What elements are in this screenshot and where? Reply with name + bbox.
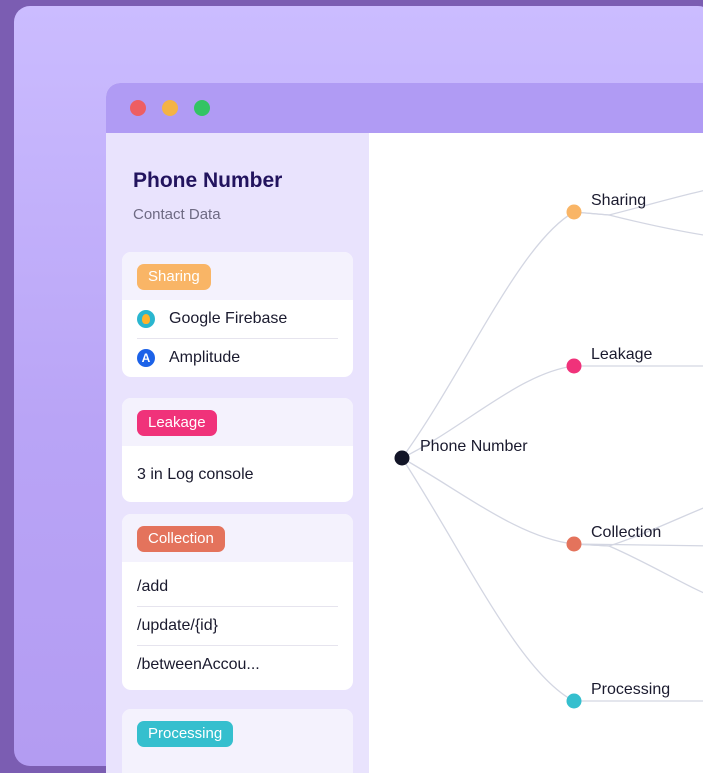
list-item-endpoint-update[interactable]: /update/{id} (137, 607, 338, 646)
processing-card-header: Processing (122, 709, 353, 773)
processing-card: Processing (122, 709, 353, 773)
sharing-card: Sharing Google Firebase A Amplitude (122, 252, 353, 377)
list-item-google-firebase[interactable]: Google Firebase (137, 300, 338, 339)
graph-node-collection (566, 536, 582, 552)
list-item-endpoint-add[interactable]: /add (137, 568, 338, 607)
graph-label-leakage: Leakage (591, 346, 653, 363)
graph-label-sharing: Sharing (591, 192, 647, 209)
leakage-tag[interactable]: Leakage (137, 410, 217, 436)
graph-node-phone-number (394, 450, 410, 466)
processing-tag[interactable]: Processing (137, 721, 234, 747)
graph-canvas[interactable]: Phone Number Sharing Leakage Collection … (369, 133, 703, 773)
sidebar: Phone Number Contact Data Sharing Google… (106, 133, 369, 773)
close-window-button[interactable] (130, 100, 146, 116)
page-subtitle: Contact Data (133, 206, 221, 223)
sharing-tag[interactable]: Sharing (137, 264, 211, 290)
edge-root-processing (401, 457, 575, 702)
collection-tag[interactable]: Collection (137, 526, 225, 552)
graph-label-phone-number: Phone Number (420, 438, 528, 455)
window-titlebar (106, 83, 703, 133)
maximize-window-button[interactable] (194, 100, 210, 116)
sharing-card-header: Sharing (122, 252, 353, 300)
list-item-label: Amplitude (169, 349, 241, 366)
app-window: Phone Number Contact Data Sharing Google… (106, 83, 703, 773)
graph-node-leakage (566, 358, 582, 374)
graph-node-processing (566, 693, 582, 709)
edge-sharing-out-2 (573, 211, 703, 236)
leakage-card: Leakage 3 in Log console (122, 398, 353, 502)
edge-collection-out-3 (573, 543, 703, 594)
graph-node-sharing (566, 204, 582, 220)
graph-label-processing: Processing (591, 681, 671, 698)
page-title: Phone Number (133, 169, 283, 192)
graph-label-collection: Collection (591, 524, 662, 541)
edge-root-collection (401, 457, 575, 545)
list-item-label: Google Firebase (169, 310, 288, 327)
collection-card-header: Collection (122, 514, 353, 562)
leakage-card-header: Leakage (122, 398, 353, 446)
minimize-window-button[interactable] (162, 100, 178, 116)
amplitude-icon: A (137, 349, 155, 367)
collection-card: Collection /add /update/{id} /betweenAcc… (122, 514, 353, 690)
list-item-amplitude[interactable]: A Amplitude (137, 339, 338, 377)
edge-root-sharing (401, 211, 575, 459)
firebase-icon (137, 310, 155, 328)
list-item-log-console[interactable]: 3 in Log console (137, 446, 338, 502)
list-item-endpoint-between-accounts[interactable]: /betweenAccou... (137, 646, 338, 684)
